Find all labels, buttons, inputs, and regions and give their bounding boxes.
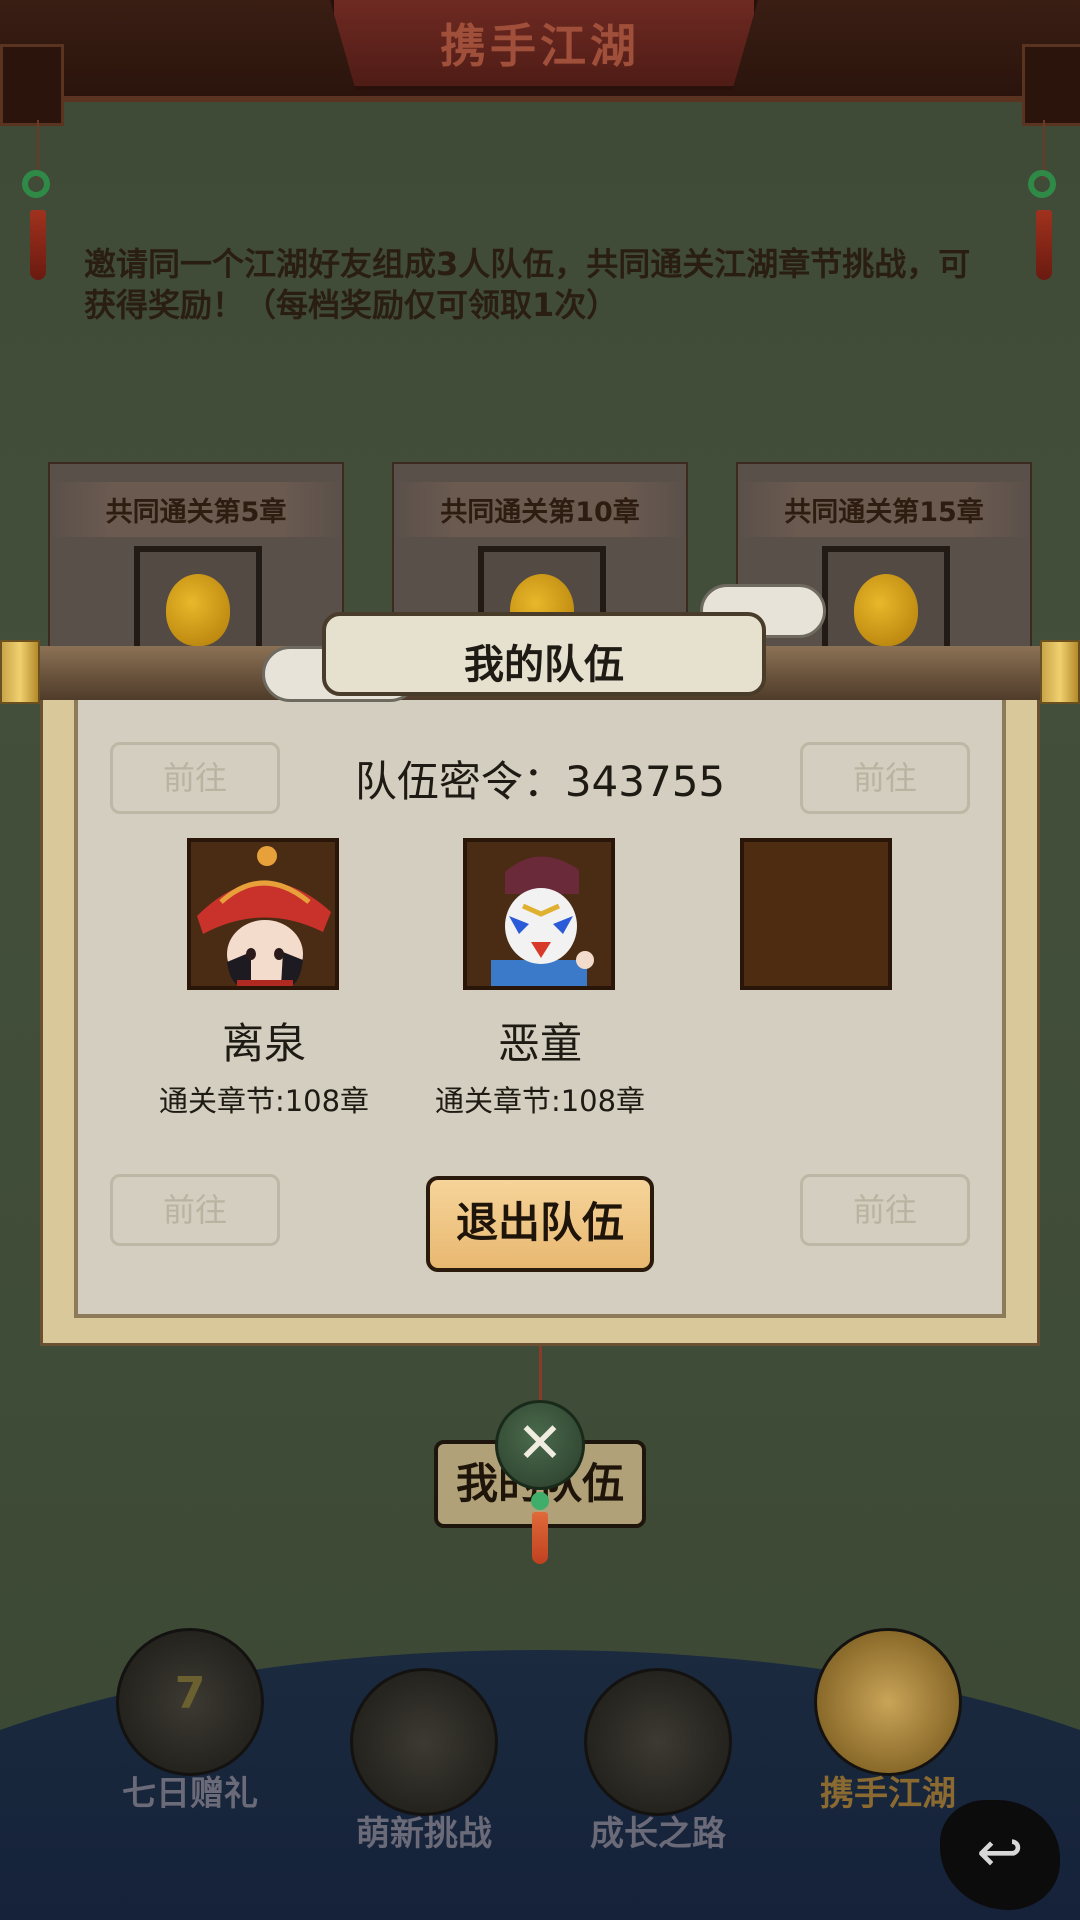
cute-face-icon [350,1668,498,1816]
reward-card-title: 共同通关第15章 [738,482,1030,537]
handshake-icon [814,1628,962,1776]
nav-seven-day-gift[interactable]: 7 七日赠礼 [100,1628,280,1838]
team-code-value: 343755 [564,757,726,806]
nav-label: 萌新挑战 [356,1814,492,1854]
nav-label: 七日赠礼 [122,1774,258,1814]
close-x-icon[interactable]: ✕ [495,1400,585,1490]
member-avatar-1[interactable] [187,838,339,990]
member-chapter-1: 通关章节:108章 [158,1084,370,1118]
book-arrow-icon [584,1668,732,1816]
scroll-rod-cap-left [0,640,40,704]
corner-ornament-right [1022,44,1080,126]
go-button-hidden: 前往 [110,1174,280,1246]
nav-label: 携手江湖 [820,1774,956,1814]
nav-badge: 7 [174,1668,206,1719]
nav-growth-road[interactable]: 成长之路 [568,1668,748,1878]
gold-gourd-icon [166,574,230,646]
reward-card-title: 共同通关第10章 [394,482,686,537]
reward-card-title: 共同通关第5章 [50,482,342,537]
jade-bead-icon [531,1492,549,1510]
tassel-icon [532,1512,548,1564]
member-avatar-2[interactable] [463,838,615,990]
jade-pendant-left-icon [22,120,50,290]
nav-newbie-challenge[interactable]: 萌新挑战 [334,1668,514,1878]
member-name-2: 恶童 [497,1019,582,1068]
member-name-1: 离泉 [221,1019,306,1068]
nav-join-jianghu[interactable]: 携手江湖 [798,1628,978,1838]
member-chapter-2: 通关章节:108章 [434,1084,646,1118]
corner-ornament-left [0,44,64,126]
leave-team-button[interactable]: 退出队伍 [426,1176,654,1272]
jade-pendant-right-icon [1028,120,1056,290]
girl-with-red-hat-avatar [191,842,335,986]
go-button-hidden: 前往 [110,742,280,814]
masked-boy-avatar [467,842,611,986]
go-button-hidden: 前往 [800,742,970,814]
close-cord [539,1346,542,1406]
empty-member-slot[interactable] [740,838,892,990]
scroll-rod-cap-right [1040,640,1080,704]
page-title: 携手江湖 [440,19,640,73]
nav-label: 成长之路 [590,1814,726,1854]
go-button-hidden: 前往 [800,1174,970,1246]
team-code-label: 队伍密令： [354,757,565,806]
event-description: 邀请同一个江湖好友组成3人队伍，共同通关江湖章节挑战，可获得奖励！（每档奖励仅可… [84,245,971,324]
modal-title: 我的队伍 [464,642,624,688]
gold-gourd-icon [854,574,918,646]
